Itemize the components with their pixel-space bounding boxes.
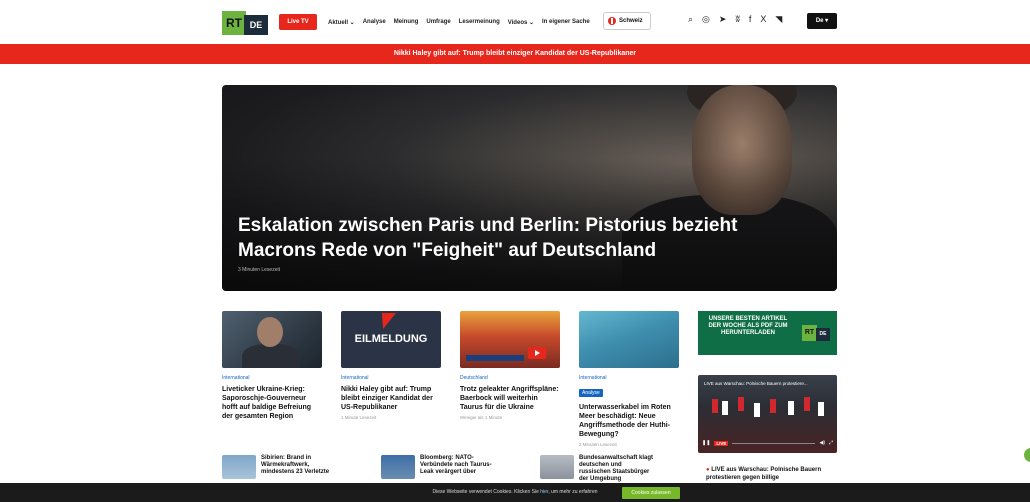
- nav-item-in-eigener-sache[interactable]: In eigener Sache: [542, 19, 590, 25]
- small-article-image[interactable]: [222, 455, 256, 479]
- site-header: RT DE Live TV Aktuell ⌄ Analyse Meinung …: [0, 0, 1030, 44]
- cookie-bar: Diese Webseite verwendet Cookies. Klicke…: [0, 483, 1030, 502]
- article-card[interactable]: EILMELDUNG International Nikki Haley gib…: [341, 311, 441, 420]
- article-image[interactable]: [460, 311, 560, 368]
- promo-text: UNSERE BESTEN ARTIKEL DER WOCHE ALS PDF …: [708, 316, 788, 336]
- weekly-pdf-promo[interactable]: UNSERE BESTEN ARTIKEL DER WOCHE ALS PDF …: [698, 311, 837, 355]
- logo-de: DE: [244, 15, 268, 35]
- swiss-flag-icon: [608, 17, 616, 25]
- volume-icon[interactable]: ◀): [819, 440, 825, 446]
- article-title[interactable]: Unterwasserkabel im Roten Meer beschädig…: [579, 403, 679, 439]
- video-controls: ❚❚ LIVE ◀) ⤢: [702, 438, 833, 448]
- video-title: LIVE aus Warschau: Polnische Bauern prot…: [704, 381, 808, 386]
- hero-read-time: 3 Minuten Lesezeit: [238, 267, 280, 273]
- live-tv-button[interactable]: Live TV: [279, 14, 317, 30]
- article-category[interactable]: International: [222, 375, 322, 381]
- article-image[interactable]: [579, 311, 679, 368]
- article-read-time: 2 Minuten Lesezeit: [579, 442, 617, 447]
- logo-rt: RT: [222, 11, 246, 35]
- nav-item-lesermeinung[interactable]: Lesermeinung: [459, 19, 500, 25]
- video-scene: [708, 397, 828, 427]
- live-video-player[interactable]: LIVE aus Warschau: Polnische Bauern prot…: [698, 375, 837, 453]
- site-logo[interactable]: RT DE: [222, 11, 268, 35]
- nav-item-videos[interactable]: Videos ⌄: [508, 19, 534, 26]
- video-progress[interactable]: [732, 442, 816, 444]
- rss-icon[interactable]: ◥: [775, 14, 782, 25]
- small-article-image[interactable]: [540, 455, 574, 479]
- article-title[interactable]: Nikki Haley gibt auf: Trump bleibt einzi…: [341, 385, 441, 412]
- live-badge: LIVE: [714, 440, 729, 446]
- article-read-time: 1 Minute Lesezeit: [341, 415, 377, 420]
- article-read-time: Weniger als 1 Minute: [460, 415, 503, 420]
- small-article[interactable]: Sibirien: Brand in Wärmekraftwerk, minde…: [222, 455, 336, 479]
- facebook-icon[interactable]: f: [749, 14, 752, 25]
- small-article-image[interactable]: [381, 455, 415, 479]
- small-article[interactable]: Bloomberg: NATO-Verbündete nach Taurus-L…: [381, 455, 495, 479]
- article-card[interactable]: International Liveticker Ukraine-Krieg: …: [222, 311, 322, 421]
- play-icon[interactable]: [528, 347, 546, 359]
- analyse-badge: Analyse: [579, 389, 603, 397]
- cookie-text: Diese Webseite verwendet Cookies. Klicke…: [432, 489, 598, 495]
- article-category[interactable]: Deutschland: [460, 375, 560, 381]
- fullscreen-icon[interactable]: ⤢: [829, 440, 833, 446]
- live-video-link[interactable]: ● LIVE aus Warschau: Polnische Bauern pr…: [706, 466, 834, 482]
- lightning-icon: [376, 313, 396, 329]
- vk-icon[interactable]: ʬ: [735, 14, 739, 25]
- hero-article[interactable]: Eskalation zwischen Paris und Berlin: Pi…: [222, 85, 837, 291]
- eilmeldung-image-text: EILMELDUNG: [354, 333, 428, 345]
- telegram-icon[interactable]: ➤: [719, 14, 727, 25]
- nav-item-umfrage[interactable]: Umfrage: [426, 19, 450, 25]
- article-image[interactable]: EILMELDUNG: [341, 311, 441, 368]
- instagram-icon[interactable]: ◎: [702, 14, 710, 25]
- article-image[interactable]: [222, 311, 322, 368]
- language-selector[interactable]: De ▾: [807, 13, 837, 29]
- region-label: Schweiz: [619, 18, 643, 24]
- nav-item-analyse[interactable]: Analyse: [363, 19, 386, 25]
- hero-title[interactable]: Eskalation zwischen Paris und Berlin: Pi…: [238, 213, 798, 263]
- promo-logo: RT DE: [802, 325, 830, 341]
- small-article-title[interactable]: Bloomberg: NATO-Verbündete nach Taurus-L…: [420, 455, 495, 479]
- article-category[interactable]: International: [341, 375, 441, 381]
- article-card[interactable]: Deutschland Trotz geleakter Angriffsplän…: [460, 311, 560, 420]
- main-nav: Aktuell ⌄ Analyse Meinung Umfrage Leserm…: [328, 14, 590, 30]
- nav-item-meinung[interactable]: Meinung: [394, 19, 419, 25]
- nav-item-aktuell[interactable]: Aktuell ⌄: [328, 19, 355, 26]
- accept-cookies-button[interactable]: Cookies zulassen: [622, 487, 680, 499]
- small-article[interactable]: Bundesanwaltschaft klagt deutschen und r…: [540, 455, 654, 483]
- article-card[interactable]: International Analyse Unterwasserkabel i…: [579, 311, 679, 447]
- breaking-news-banner[interactable]: Nikki Haley gibt auf: Trump bleibt einzi…: [0, 44, 1030, 64]
- x-icon[interactable]: X: [760, 14, 766, 25]
- small-article-title[interactable]: Sibirien: Brand in Wärmekraftwerk, minde…: [261, 455, 336, 479]
- article-title[interactable]: Trotz geleakter Angriffspläne: Baerbock …: [460, 385, 560, 412]
- social-icons: ⌕ ◎ ➤ ʬ f X ◥: [688, 14, 782, 25]
- article-title[interactable]: Liveticker Ukraine-Krieg: Saporoschje-Go…: [222, 385, 322, 421]
- search-icon[interactable]: ⌕: [688, 14, 693, 25]
- chat-bubble-icon[interactable]: [1024, 448, 1030, 462]
- small-article-title[interactable]: Bundesanwaltschaft klagt deutschen und r…: [579, 455, 654, 483]
- region-selector[interactable]: Schweiz: [603, 12, 651, 30]
- pause-icon[interactable]: ❚❚: [702, 440, 710, 446]
